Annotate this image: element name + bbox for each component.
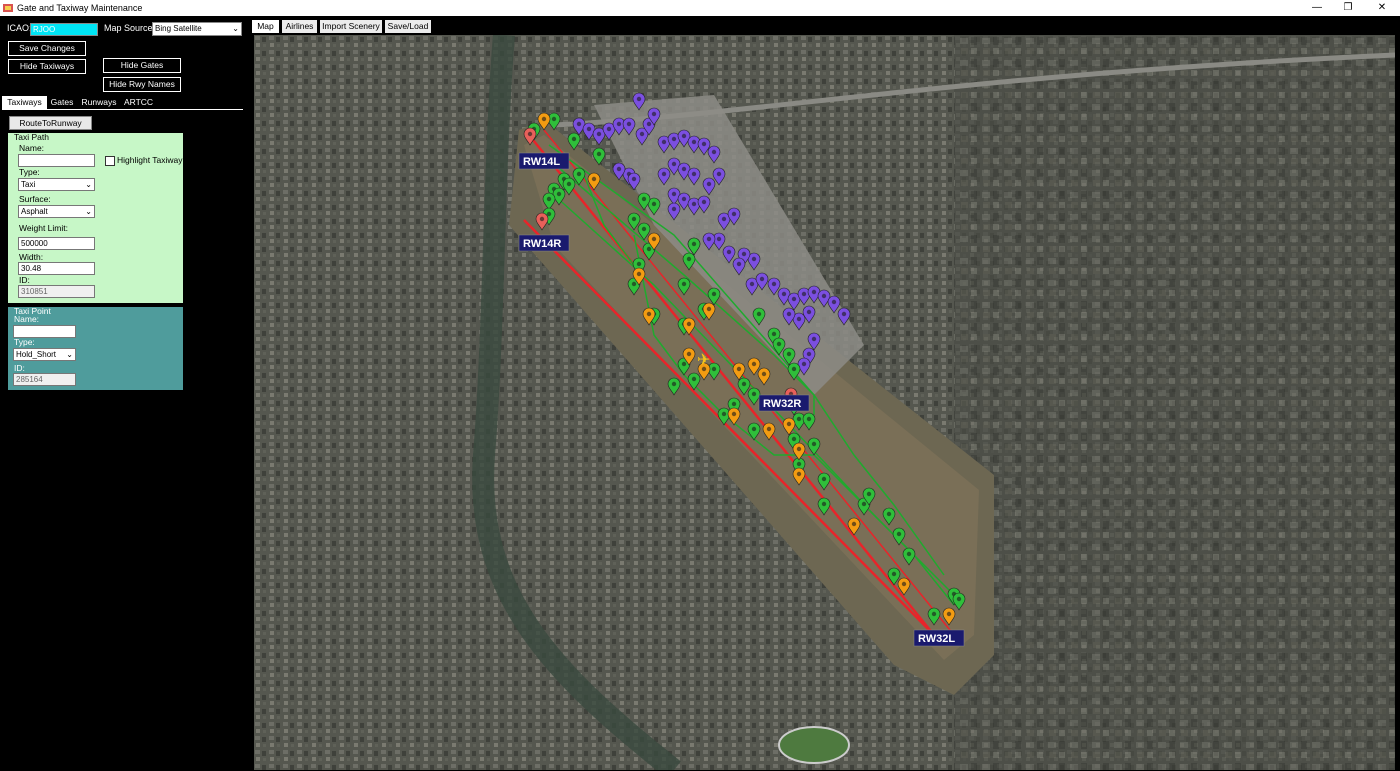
tab-save-load[interactable]: Save/Load (385, 20, 431, 33)
airplane-icon[interactable]: ✈ (697, 350, 710, 369)
taxi-point-group: Taxi Point Name: Type: Hold_Short ⌄ ID: … (8, 306, 183, 390)
city-east (954, 35, 1395, 770)
highlight-taxiway-label: Highlight Taxiway (117, 155, 183, 165)
runway-label-text: RW32R (763, 398, 801, 410)
runway-label-rw32r: RW32R (758, 394, 810, 412)
taxi-point-type-select[interactable]: Hold_Short ⌄ (13, 348, 76, 361)
title-bar: Gate and Taxiway Maintenance — ❐ ✕ (0, 0, 1400, 16)
taxi-point-type-label: Type: (14, 337, 35, 347)
surface-select[interactable]: Asphalt ⌄ (18, 205, 95, 218)
weight-limit-label: Weight Limit: (19, 223, 68, 233)
hide-rwy-names-button[interactable]: Hide Rwy Names (103, 77, 181, 92)
satellite-map[interactable]: ✈ RW14L RW14R RW32R RW32L (254, 35, 1395, 770)
chevron-down-icon: ⌄ (66, 350, 73, 359)
chevron-down-icon: ⌄ (85, 180, 92, 189)
window-title: Gate and Taxiway Maintenance (17, 3, 143, 13)
map-view[interactable]: ✈ RW14L RW14R RW32R RW32L (254, 35, 1395, 770)
stadium (778, 726, 850, 764)
taxi-path-id-label: ID: (19, 275, 30, 285)
left-panel: ICAO: RJOO Map Source: Bing Satellite ⌄ … (0, 16, 245, 771)
weight-limit-input[interactable]: 500000 (18, 237, 95, 250)
icao-input[interactable]: RJOO (30, 23, 98, 36)
tab-runways[interactable]: Runways (79, 96, 119, 109)
runway-label-text: RW14L (523, 156, 560, 168)
taxi-point-id-field: 285164 (13, 373, 76, 386)
taxi-path-name-input[interactable] (18, 154, 95, 167)
tab-artcc[interactable]: ARTCC (122, 96, 155, 109)
taxi-point-id-label: ID: (14, 363, 25, 373)
runway-label-rw14r: RW14R (518, 234, 570, 252)
taxi-path-type-select[interactable]: Taxi ⌄ (18, 178, 95, 191)
surface-value: Asphalt (21, 207, 48, 216)
runway-label-text: RW14R (523, 238, 561, 250)
runway-label-rw32l: RW32L (913, 629, 965, 647)
taxi-path-id-field: 310851 (18, 285, 95, 298)
map-source-select[interactable]: Bing Satellite ⌄ (152, 22, 242, 36)
width-input[interactable]: 30.48 (18, 262, 95, 275)
right-panel: Map Airlines Import Scenery Save/Load ✈ … (249, 16, 1400, 771)
runway-label-rw14l: RW14L (518, 152, 570, 170)
taxi-path-title: Taxi Path (14, 132, 49, 142)
runway-label-text: RW32L (918, 633, 955, 645)
tab-taxiways[interactable]: Taxiways (2, 96, 47, 110)
route-to-runway-button[interactable]: RouteToRunway (9, 116, 92, 130)
taxi-point-type-value: Hold_Short (16, 350, 57, 359)
taxi-path-type-value: Taxi (21, 180, 36, 189)
tab-map[interactable]: Map (252, 20, 279, 33)
tab-import-scenery[interactable]: Import Scenery (320, 20, 382, 33)
width-label: Width: (19, 252, 44, 262)
tab-airlines[interactable]: Airlines (282, 20, 317, 33)
chevron-down-icon: ⌄ (85, 207, 92, 216)
hide-gates-button[interactable]: Hide Gates (103, 58, 181, 73)
close-button[interactable]: ✕ (1367, 1, 1397, 15)
minimize-button[interactable]: — (1302, 1, 1332, 15)
tab-gates[interactable]: Gates (48, 96, 76, 109)
highlight-taxiway-checkbox[interactable] (105, 156, 115, 166)
tab-divider (2, 109, 243, 110)
chevron-down-icon: ⌄ (232, 24, 239, 33)
map-source-value: Bing Satellite (155, 24, 202, 33)
taxi-point-name-label: Name: (14, 314, 40, 324)
taxi-path-group: Taxi Path Name: Highlight Taxiway Type: … (8, 132, 183, 303)
surface-label: Surface: (19, 194, 51, 204)
taxi-path-type-label: Type: (19, 167, 40, 177)
app-icon (3, 4, 13, 12)
restore-button[interactable]: ❐ (1333, 1, 1363, 15)
map-source-label: Map Source: (104, 23, 156, 33)
hide-taxiways-button[interactable]: Hide Taxiways (8, 59, 86, 74)
taxi-path-name-label: Name: (19, 143, 45, 153)
save-changes-button[interactable]: Save Changes (8, 41, 86, 56)
icao-label: ICAO: (7, 23, 32, 33)
